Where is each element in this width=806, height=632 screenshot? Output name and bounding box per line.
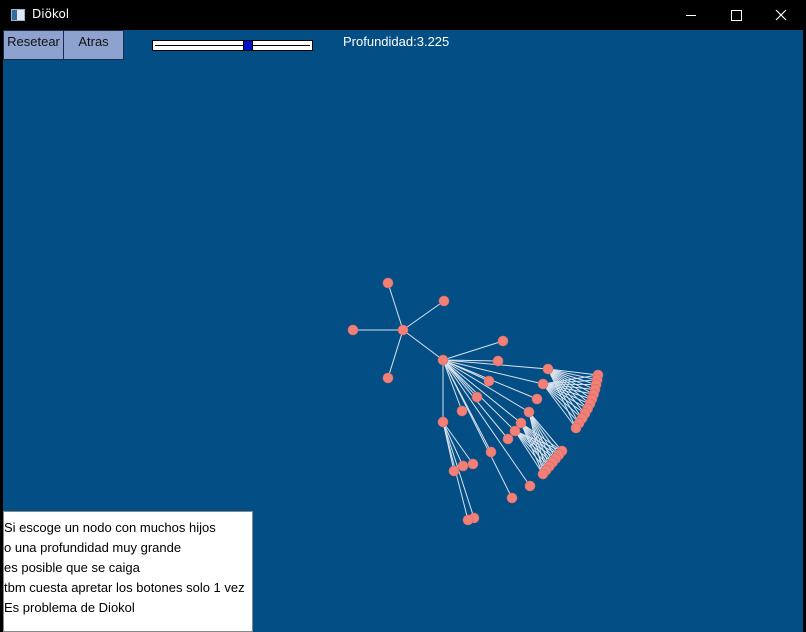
tree-node[interactable]: [497, 335, 509, 347]
maximize-button[interactable]: [714, 0, 760, 30]
title-bar[interactable]: Diökol: [0, 0, 806, 30]
tree-node[interactable]: [524, 480, 536, 492]
note-line: es posible que se caiga: [4, 560, 140, 575]
tree-edge: [402, 329, 444, 361]
tree-node[interactable]: [537, 468, 549, 480]
tree-node[interactable]: [483, 375, 495, 387]
tree-node[interactable]: [506, 492, 518, 504]
window-title: Diökol: [32, 7, 70, 21]
tree-edge: [547, 368, 577, 429]
depth-readout: Profundidad:3.225: [343, 34, 450, 49]
tree-node[interactable]: [382, 372, 394, 384]
back-button[interactable]: Atras: [63, 30, 124, 60]
tree-node[interactable]: [492, 355, 504, 367]
tree-node[interactable]: [457, 460, 469, 472]
minimize-button[interactable]: [668, 0, 714, 30]
tree-node[interactable]: [382, 277, 394, 289]
tree-node[interactable]: [437, 354, 449, 366]
tree-node[interactable]: [448, 465, 460, 477]
tree-edge: [387, 282, 404, 331]
tree-edge: [387, 329, 404, 379]
tree-edge: [542, 383, 583, 419]
depth-slider[interactable]: [152, 40, 313, 51]
tree-edge: [402, 300, 445, 331]
tree-node[interactable]: [542, 363, 554, 375]
app-window: Diökol Resetear Atras Profundidad:3.225 …: [0, 0, 806, 632]
tree-node[interactable]: [502, 433, 514, 445]
tree-node[interactable]: [347, 324, 359, 336]
note-line: Es problema de Diokol: [4, 600, 135, 615]
close-icon: [775, 9, 787, 21]
depth-slider-line: [155, 45, 310, 46]
tree-node[interactable]: [397, 324, 409, 336]
tree-node[interactable]: [570, 422, 582, 434]
tree-node[interactable]: [509, 425, 521, 437]
maximize-icon: [731, 10, 742, 21]
tree-node[interactable]: [471, 391, 483, 403]
tree-node[interactable]: [467, 458, 479, 470]
reset-button[interactable]: Resetear: [3, 30, 64, 60]
tree-node[interactable]: [523, 406, 535, 418]
tree-node[interactable]: [485, 446, 497, 458]
tree-node[interactable]: [456, 405, 468, 417]
close-button[interactable]: [760, 0, 806, 30]
depth-slider-thumb[interactable]: [242, 40, 253, 51]
tree-canvas[interactable]: Resetear Atras Profundidad:3.225 Si esco…: [3, 30, 803, 632]
tree-node[interactable]: [531, 393, 543, 405]
tree-node[interactable]: [537, 378, 549, 390]
app-window-icon: [11, 9, 25, 21]
tree-edge: [442, 340, 504, 361]
note-line: o una profundidad muy grande: [4, 540, 182, 555]
note-line: tbm cuesta apretar los botones solo 1 ve…: [4, 580, 245, 595]
note-panel: Si escoge un nodo con muchos hijos o una…: [3, 511, 253, 632]
tree-node[interactable]: [438, 295, 450, 307]
tree-node[interactable]: [462, 514, 474, 526]
minimize-icon: [686, 15, 696, 16]
note-line: Si escoge un nodo con muchos hijos: [4, 520, 216, 535]
tree-node[interactable]: [437, 416, 449, 428]
